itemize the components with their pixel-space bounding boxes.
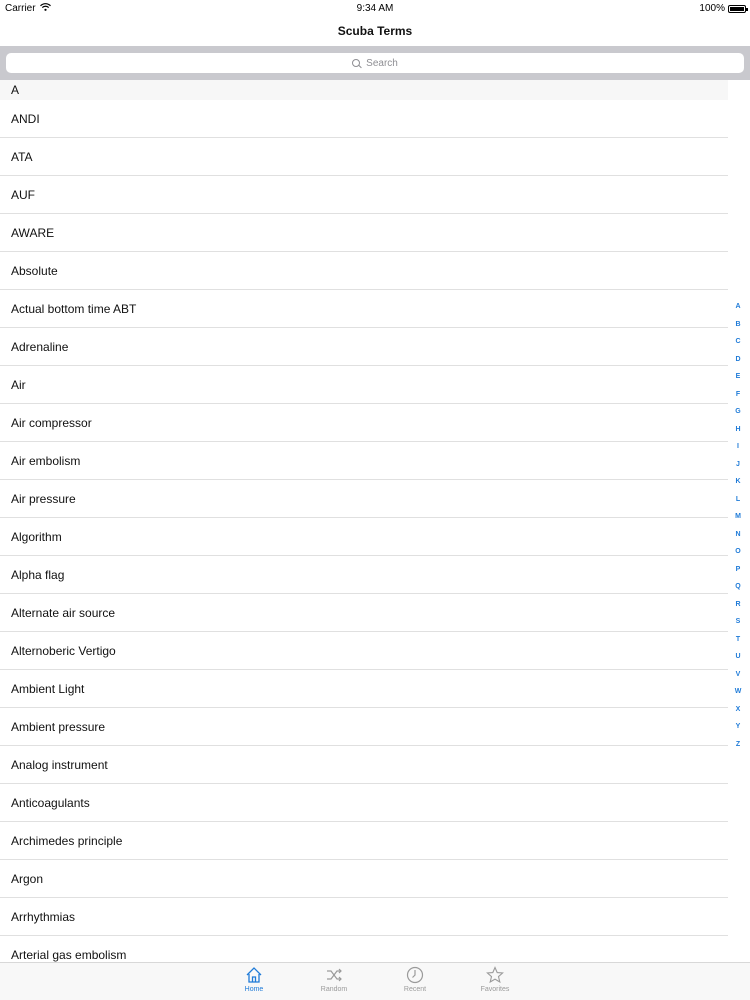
battery-fill <box>730 6 744 11</box>
index-letter[interactable]: Z <box>736 736 740 754</box>
list-item[interactable]: Archimedes principle <box>0 822 728 860</box>
list-item[interactable]: Alternate air source <box>0 594 728 632</box>
index-letter[interactable]: U <box>735 648 740 666</box>
section-index[interactable]: ABCDEFGHIJKLMNOPQRSTUVWXYZ <box>732 298 744 753</box>
navigation-bar: Scuba Terms <box>0 16 750 46</box>
list-item[interactable]: Argon <box>0 860 728 898</box>
terms-list: ANDI ATA AUF AWARE Absolute Actual bottom tim… <box>0 100 728 974</box>
home-icon <box>246 967 262 983</box>
index-letter[interactable]: L <box>736 491 740 509</box>
search-placeholder: Search <box>366 57 398 69</box>
index-letter[interactable]: G <box>735 403 740 421</box>
list-item[interactable]: Air compressor <box>0 404 728 442</box>
index-letter[interactable]: P <box>736 561 741 579</box>
index-letter[interactable]: X <box>736 701 741 719</box>
list-item[interactable]: ANDI <box>0 100 728 138</box>
index-letter[interactable]: M <box>735 508 741 526</box>
section-header: A <box>0 80 728 100</box>
index-letter[interactable]: S <box>736 613 741 631</box>
list-item[interactable]: Adrenaline <box>0 328 728 366</box>
tab-recent-label: Recent <box>403 986 427 993</box>
status-right: 100% <box>699 3 748 14</box>
list-item[interactable]: Ambient pressure <box>0 708 728 746</box>
index-letter[interactable]: D <box>735 351 740 369</box>
app-window: Carrier 9:34 AM 100% Scuba Terms Search <box>0 0 750 1000</box>
index-letter[interactable]: C <box>735 333 740 351</box>
index-letter[interactable]: E <box>736 368 741 386</box>
list-item[interactable]: Arrhythmias <box>0 898 728 936</box>
index-letter[interactable]: I <box>737 438 739 456</box>
list-item[interactable]: AWARE <box>0 214 728 252</box>
index-letter[interactable]: H <box>735 421 740 439</box>
index-letter[interactable]: A <box>735 298 740 316</box>
list-item[interactable]: ATA <box>0 138 728 176</box>
list-item[interactable]: Actual bottom time ABT <box>0 290 728 328</box>
list-item[interactable]: Analog instrument <box>0 746 728 784</box>
index-letter[interactable]: V <box>736 666 741 684</box>
index-letter[interactable]: Q <box>735 578 740 596</box>
search-icon <box>352 58 361 68</box>
index-letter[interactable]: F <box>736 386 740 404</box>
index-letter[interactable]: R <box>735 596 740 614</box>
page-title: Scuba Terms <box>337 24 413 38</box>
clock-icon <box>406 966 424 984</box>
search-input[interactable]: Search <box>6 53 744 73</box>
list-item[interactable]: AUF <box>0 176 728 214</box>
list-item[interactable]: Algorithm <box>0 518 728 556</box>
status-time: 9:34 AM <box>356 3 394 14</box>
tab-favorites-label: Favorites <box>480 986 510 993</box>
list-item[interactable]: Air <box>0 366 728 404</box>
battery-icon <box>728 4 748 13</box>
list-item[interactable]: Air embolism <box>0 442 728 480</box>
tab-random-label: Random <box>320 986 348 993</box>
list-item[interactable]: Anticoagulants <box>0 784 728 822</box>
list-item[interactable]: Absolute <box>0 252 728 290</box>
tab-bar: Home Random Recent Favorites <box>0 962 750 1000</box>
index-letter[interactable]: N <box>735 526 740 544</box>
shuffle-icon <box>327 968 342 982</box>
index-letter[interactable]: J <box>736 456 740 474</box>
list-item[interactable]: Alternoberic Vertigo <box>0 632 728 670</box>
tab-home-label: Home <box>244 986 264 993</box>
battery-percent: 100% <box>699 3 725 14</box>
index-letter[interactable]: K <box>735 473 740 491</box>
index-letter[interactable]: W <box>735 683 742 701</box>
list-item[interactable]: Ambient Light <box>0 670 728 708</box>
tab-favorites[interactable]: Favorites <box>465 966 525 993</box>
status-bar: Carrier 9:34 AM 100% <box>0 0 750 16</box>
tab-home[interactable]: Home <box>224 966 284 993</box>
index-letter[interactable]: O <box>735 543 740 561</box>
star-icon <box>486 966 504 984</box>
index-letter[interactable]: Y <box>736 718 741 736</box>
tab-random[interactable]: Random <box>304 966 364 993</box>
tab-recent[interactable]: Recent <box>385 966 445 993</box>
index-letter[interactable]: B <box>735 316 740 334</box>
index-letter[interactable]: T <box>736 631 740 649</box>
search-bar: Search <box>0 46 750 80</box>
list-item[interactable]: Alpha flag <box>0 556 728 594</box>
list-item[interactable]: Air pressure <box>0 480 728 518</box>
